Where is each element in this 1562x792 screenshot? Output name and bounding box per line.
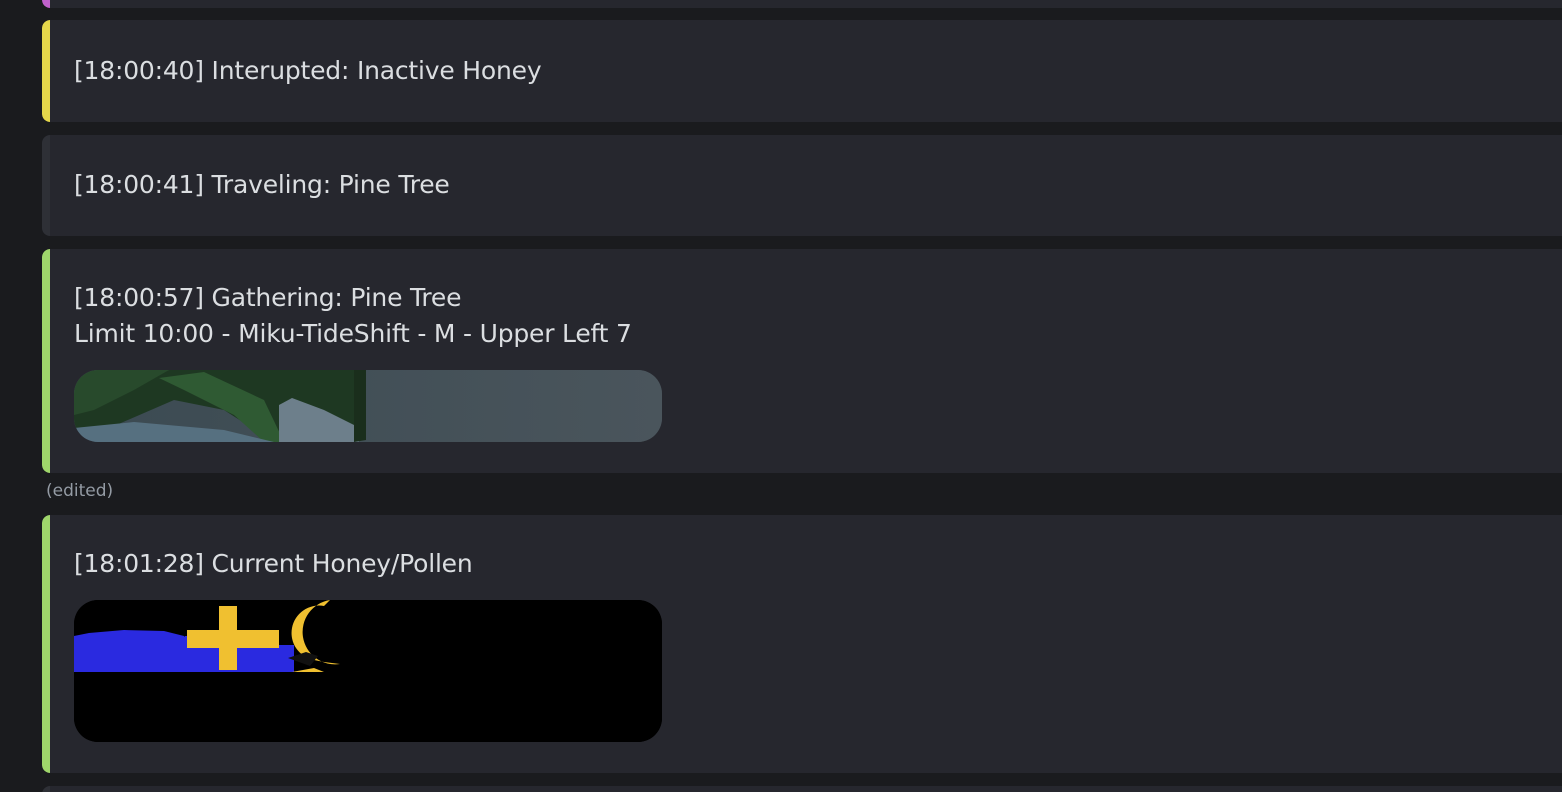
embed-message-traveling: [18:00:41] Traveling: Pine Tree — [42, 135, 1562, 236]
embed-top-partial — [42, 0, 1562, 8]
embed-accent-bar — [42, 0, 50, 8]
embed-message-interupted: [18:00:40] Interupted: Inactive Honey — [42, 20, 1562, 122]
embed-accent-bar — [42, 515, 50, 773]
embed-bottom-partial — [42, 786, 1562, 792]
message-text: [18:01:28] Current Honey/Pollen — [74, 549, 473, 578]
embed-accent-bar — [42, 20, 50, 122]
game-screenshot-honey-pollen[interactable] — [74, 600, 662, 742]
edited-label: (edited) — [46, 481, 114, 501]
pine-tree-image — [74, 370, 662, 442]
embed-accent-bar — [42, 135, 50, 236]
embed-message-gathering: [18:00:57] Gathering: Pine Tree Limit 10… — [42, 249, 1562, 473]
embed-accent-bar — [42, 786, 50, 792]
message-text: [18:00:40] Interupted: Inactive Honey — [74, 56, 542, 85]
message-feed: [18:00:40] Interupted: Inactive Honey [1… — [0, 0, 1562, 792]
honey-pollen-image — [74, 600, 662, 742]
message-text: [18:00:41] Traveling: Pine Tree — [74, 170, 450, 199]
game-screenshot-pine-tree[interactable] — [74, 370, 662, 442]
embed-message-honey-pollen: [18:01:28] Current Honey/Pollen — [42, 515, 1562, 773]
embed-accent-bar — [42, 249, 50, 473]
message-text-line-2: Limit 10:00 - Miku-TideShift - M - Upper… — [74, 319, 632, 348]
message-text-line-1: [18:00:57] Gathering: Pine Tree — [74, 283, 462, 312]
